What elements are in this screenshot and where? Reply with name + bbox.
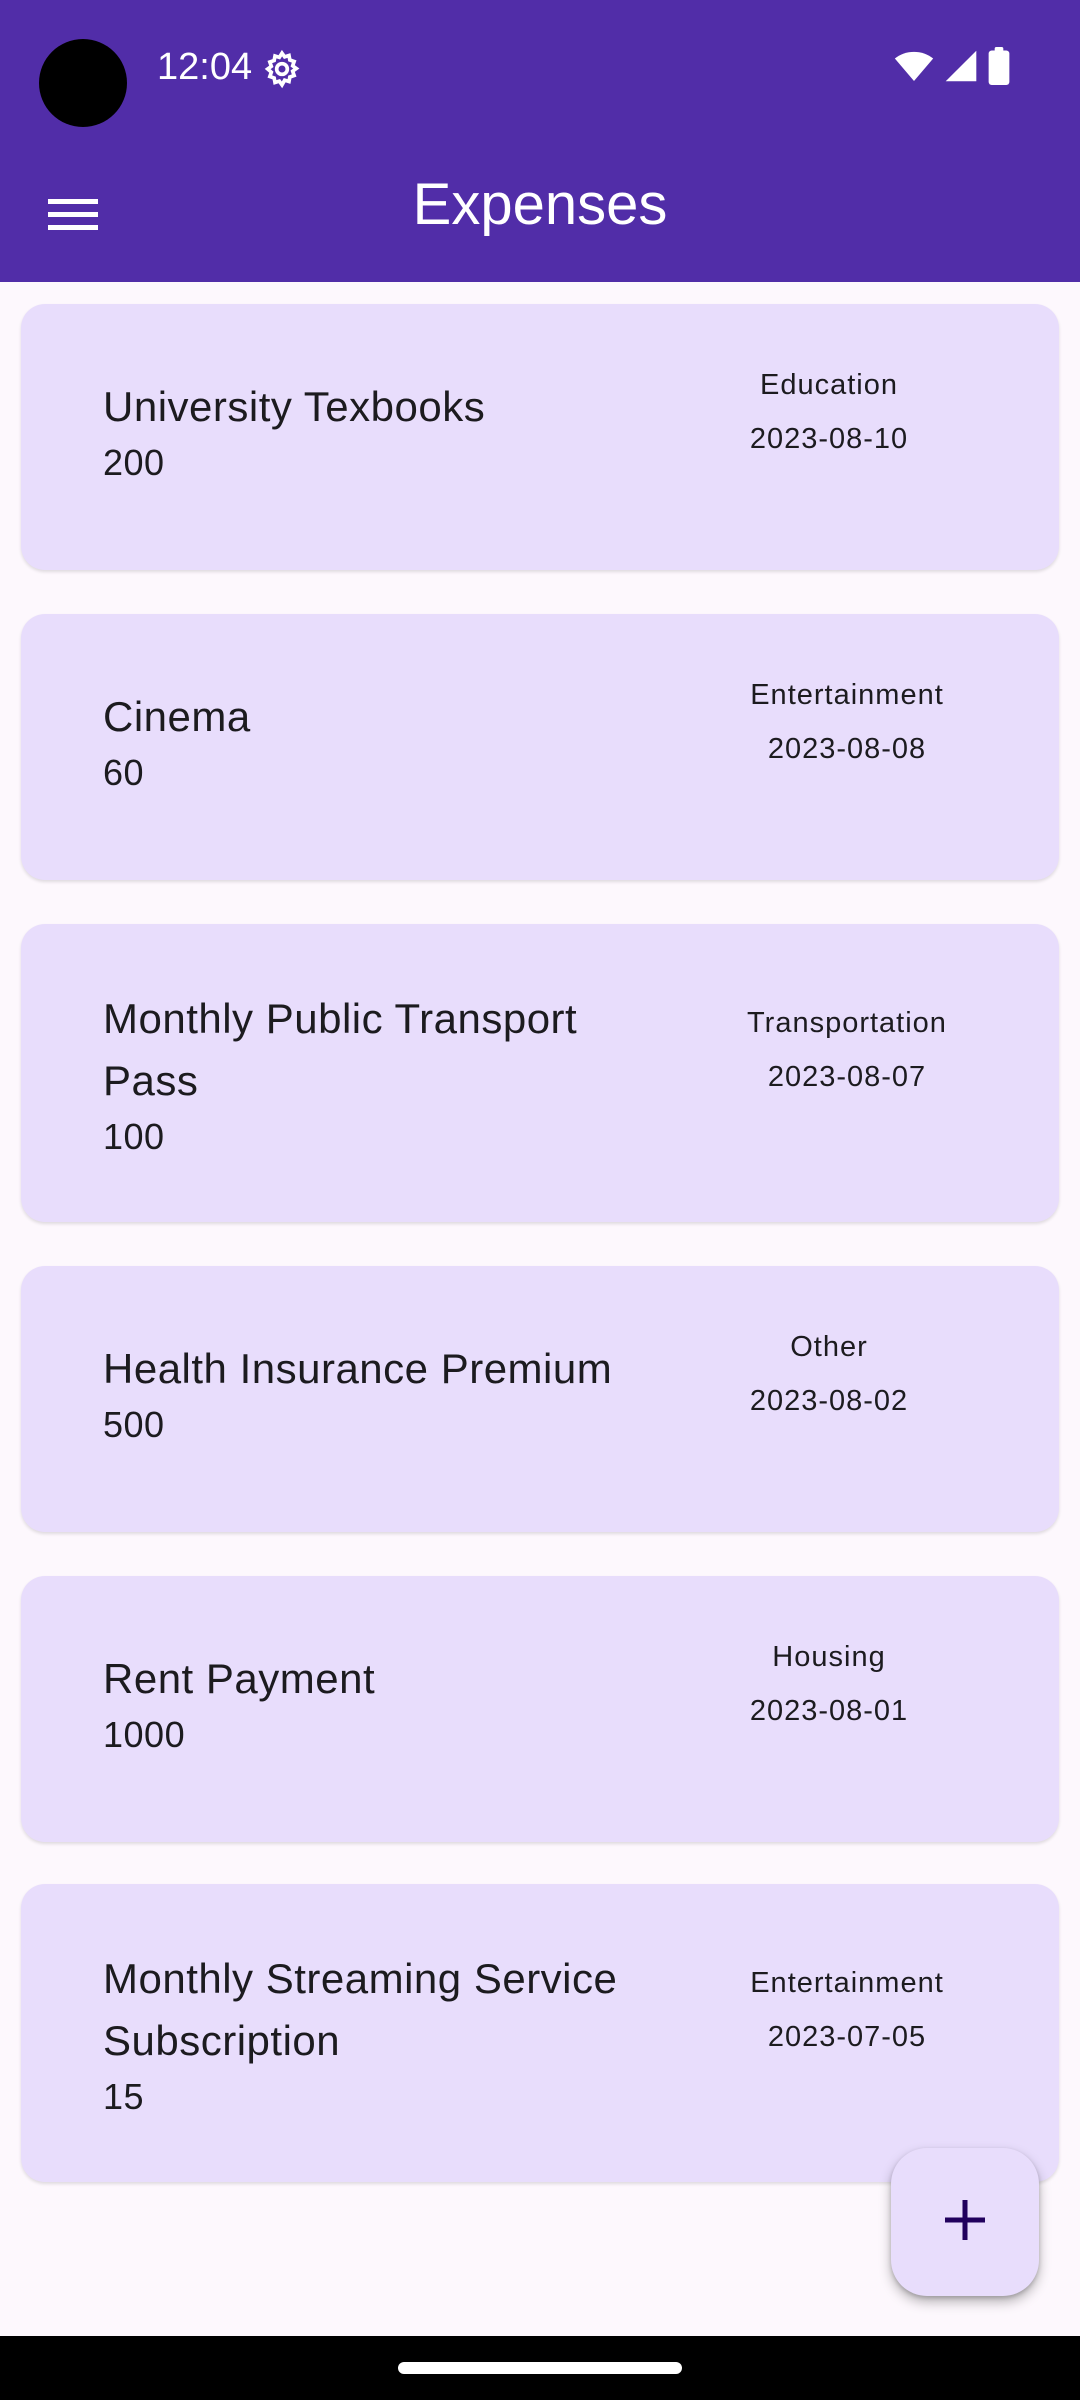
- expense-title: University Texbooks: [103, 383, 486, 430]
- expense-amount: 100: [103, 1116, 165, 1157]
- expense-date: 2023-08-07: [767, 1061, 927, 1093]
- expense-info: Health Insurance Premium 500: [103, 1338, 663, 1450]
- status-bar: 12:04: [0, 0, 1080, 136]
- expense-meta: Transportation 2023-08-07: [697, 996, 997, 1104]
- expense-meta: Other 2023-08-02: [679, 1320, 979, 1428]
- status-icons: [894, 46, 1010, 90]
- expense-card[interactable]: Monthly Streaming Service Subscription 1…: [21, 1884, 1059, 2182]
- status-time: 12:04: [157, 46, 253, 88]
- expense-date: 2023-08-01: [749, 1695, 909, 1727]
- expense-card[interactable]: Health Insurance Premium 500 Other 2023-…: [21, 1266, 1059, 1532]
- expense-title: Rent Payment: [103, 1655, 376, 1702]
- expense-info: Cinema 60: [103, 686, 663, 798]
- expense-card[interactable]: University Texbooks 200 Education 2023-0…: [21, 304, 1059, 570]
- expense-amount: 60: [103, 752, 145, 793]
- page-title: Expenses: [412, 172, 668, 237]
- expense-amount: 1000: [103, 1714, 186, 1755]
- expense-info: University Texbooks 200: [103, 376, 663, 488]
- expense-card[interactable]: Cinema 60 Entertainment 2023-08-08: [21, 614, 1059, 880]
- expense-date: 2023-07-05: [767, 2021, 927, 2053]
- camera-cutout: [39, 39, 127, 127]
- expense-date: 2023-08-02: [749, 1385, 909, 1417]
- app-bar: 12:04 Expenses: [0, 0, 1080, 282]
- expense-category: Other: [790, 1331, 868, 1363]
- expense-category: Entertainment: [750, 1967, 944, 1999]
- expense-category: Education: [760, 369, 898, 401]
- expense-amount: 200: [103, 442, 165, 483]
- signal-icon: [944, 49, 978, 88]
- expense-category: Housing: [772, 1641, 886, 1673]
- expense-meta: Entertainment 2023-07-05: [697, 1956, 997, 2064]
- expense-info: Monthly Streaming Service Subscription 1…: [103, 1948, 663, 2122]
- settings-gear-icon: [262, 49, 302, 89]
- plus-icon: [943, 2198, 987, 2247]
- toolbar: Expenses: [0, 136, 1080, 282]
- expense-category: Transportation: [747, 1007, 947, 1039]
- home-indicator[interactable]: [398, 2362, 682, 2374]
- expense-meta: Education 2023-08-10: [679, 358, 979, 466]
- expense-title: Monthly Streaming Service Subscription: [103, 1955, 618, 2064]
- expense-category: Entertainment: [750, 679, 944, 711]
- expense-title: Cinema: [103, 693, 251, 740]
- expense-title: Monthly Public Transport Pass: [103, 995, 578, 1104]
- add-expense-button[interactable]: [891, 2148, 1039, 2296]
- expense-amount: 15: [103, 2076, 145, 2117]
- expense-info: Monthly Public Transport Pass 100: [103, 988, 663, 1162]
- wifi-icon: [894, 49, 934, 88]
- expense-date: 2023-08-10: [749, 423, 909, 455]
- expense-title: Health Insurance Premium: [103, 1345, 613, 1392]
- battery-icon: [988, 46, 1010, 90]
- system-navigation-bar: [0, 2336, 1080, 2400]
- expense-card[interactable]: Rent Payment 1000 Housing 2023-08-01: [21, 1576, 1059, 1842]
- expense-amount: 500: [103, 1404, 165, 1445]
- expense-meta: Entertainment 2023-08-08: [697, 668, 997, 776]
- expense-info: Rent Payment 1000: [103, 1648, 663, 1760]
- expense-meta: Housing 2023-08-01: [679, 1630, 979, 1738]
- expense-card[interactable]: Monthly Public Transport Pass 100 Transp…: [21, 924, 1059, 1222]
- expense-date: 2023-08-08: [767, 733, 927, 765]
